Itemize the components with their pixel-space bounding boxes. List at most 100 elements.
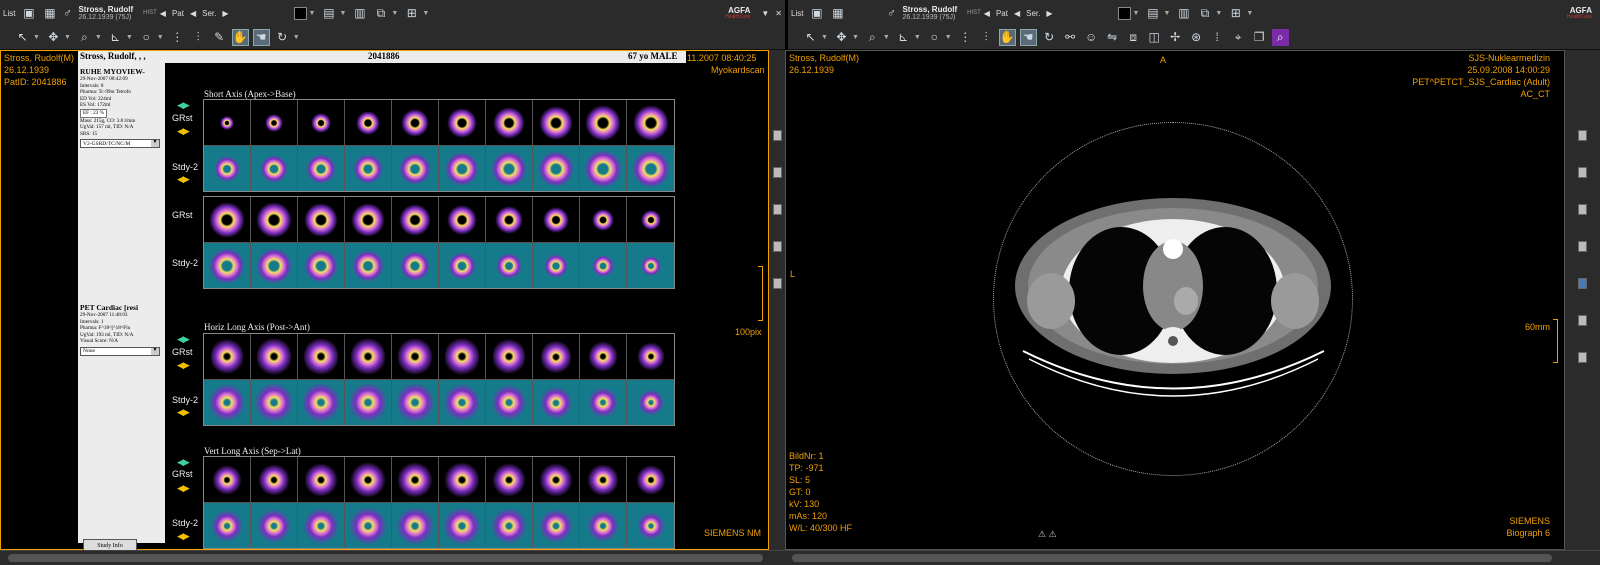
image-cell[interactable] xyxy=(486,380,533,425)
image-cell[interactable] xyxy=(298,334,345,379)
ct-viewport[interactable]: Stross, Rudolf(M) 26.12.1939 A L SJS-Nuk… xyxy=(785,50,1565,550)
side-tool-icon[interactable] xyxy=(1578,278,1587,289)
prev-patient-icon[interactable]: ◀ xyxy=(984,9,990,18)
image-cell[interactable] xyxy=(392,243,439,288)
image-cell[interactable] xyxy=(392,197,439,242)
flip-icon[interactable]: ⇋ xyxy=(1104,29,1121,46)
image-cell[interactable] xyxy=(627,457,674,502)
pan-icon[interactable]: ✥ xyxy=(833,29,850,46)
user-icon[interactable]: ♂ xyxy=(886,5,896,22)
sync-icon[interactable]: ⧉ xyxy=(372,5,389,22)
hand-icon[interactable]: ✋ xyxy=(998,28,1016,46)
image-cell[interactable] xyxy=(298,146,345,191)
crosshair-icon[interactable]: ✢ xyxy=(1167,29,1184,46)
frame-nav-arrows[interactable]: ◀▶ xyxy=(177,335,190,344)
side-tool-icon[interactable] xyxy=(773,278,782,289)
image-cell[interactable] xyxy=(251,457,298,502)
short-axis-grid-2[interactable] xyxy=(203,196,675,289)
image-cell[interactable] xyxy=(533,146,580,191)
image-cell[interactable] xyxy=(251,146,298,191)
scrollbar-tool-icon[interactable]: ⋮ xyxy=(169,29,186,46)
image-cell[interactable] xyxy=(533,503,580,548)
window-icon[interactable]: ▥ xyxy=(1175,5,1192,22)
image-cell[interactable] xyxy=(580,197,627,242)
window-icon[interactable]: ▥ xyxy=(351,5,368,22)
film-icon[interactable]: ▤ xyxy=(1144,5,1161,22)
save-icon[interactable]: ▣ xyxy=(20,5,37,22)
image-cell[interactable] xyxy=(439,146,486,191)
image-cell[interactable] xyxy=(298,243,345,288)
image-cell[interactable] xyxy=(580,457,627,502)
image-cell[interactable] xyxy=(533,100,580,145)
minimize-icon[interactable]: ▼ xyxy=(761,9,769,18)
list-button[interactable]: List xyxy=(3,9,15,18)
side-tool-icon[interactable] xyxy=(1578,241,1587,252)
image-cell[interactable] xyxy=(486,334,533,379)
nm-viewport[interactable]: Stross, Rudolf(M) 26.12.1939 PatID: 2041… xyxy=(0,50,769,552)
image-cell[interactable] xyxy=(345,334,392,379)
frame-nav-arrows[interactable]: ◀▶ xyxy=(177,127,190,136)
image-cell[interactable] xyxy=(392,503,439,548)
edit-icon[interactable]: ✎ xyxy=(211,29,228,46)
rest-mode-select[interactable]: V2-GSRD/TC/NC/M ▼ xyxy=(80,139,160,149)
short-axis-grid-1[interactable] xyxy=(203,99,675,192)
scrollbar-tool-icon[interactable]: ⋮ xyxy=(957,29,974,46)
select-icon[interactable]: ☚ xyxy=(252,28,270,46)
frame-nav-arrows[interactable]: ◀▶ xyxy=(177,484,190,493)
image-cell[interactable] xyxy=(251,334,298,379)
image-cell[interactable] xyxy=(298,197,345,242)
frame-nav-arrows[interactable]: ◀▶ xyxy=(177,101,190,110)
image-cell[interactable] xyxy=(345,197,392,242)
mpr-icon[interactable]: ⧈ xyxy=(1125,29,1142,46)
frame-nav-arrows[interactable]: ◀▶ xyxy=(177,408,190,417)
image-cell[interactable] xyxy=(392,100,439,145)
image-cell[interactable] xyxy=(486,146,533,191)
image-cell[interactable] xyxy=(345,503,392,548)
side-tool-icon[interactable] xyxy=(1578,352,1587,363)
measure-icon[interactable]: ⊾ xyxy=(895,29,912,46)
image-cell[interactable] xyxy=(580,380,627,425)
color-swatch-icon[interactable] xyxy=(1117,6,1131,20)
right-side-toolbar[interactable] xyxy=(1565,50,1600,550)
image-cell[interactable] xyxy=(533,243,580,288)
image-cell[interactable] xyxy=(204,100,251,145)
image-cell[interactable] xyxy=(627,334,674,379)
pointer-icon[interactable]: ↖ xyxy=(802,29,819,46)
rotate-icon[interactable]: ↻ xyxy=(274,29,291,46)
image-cell[interactable] xyxy=(486,457,533,502)
select-icon[interactable]: ☚ xyxy=(1019,28,1037,46)
image-cell[interactable] xyxy=(533,380,580,425)
image-cell[interactable] xyxy=(345,243,392,288)
image-cell[interactable] xyxy=(251,100,298,145)
film-icon[interactable]: ▤ xyxy=(320,5,337,22)
image-cell[interactable] xyxy=(580,243,627,288)
image-cell[interactable] xyxy=(533,334,580,379)
image-cell[interactable] xyxy=(204,243,251,288)
image-cell[interactable] xyxy=(439,100,486,145)
image-cell[interactable] xyxy=(486,197,533,242)
side-tool-icon[interactable] xyxy=(773,204,782,215)
zoom-icon[interactable]: ⌕ xyxy=(76,29,93,46)
image-cell[interactable] xyxy=(251,380,298,425)
ser-button[interactable]: Ser. xyxy=(202,9,216,18)
image-cell[interactable] xyxy=(439,243,486,288)
next-series-icon[interactable]: ▶ xyxy=(1046,9,1052,18)
side-tool-icon[interactable] xyxy=(773,167,782,178)
image-cell[interactable] xyxy=(251,243,298,288)
image-cell[interactable] xyxy=(251,197,298,242)
frame-nav-arrows[interactable]: ◀▶ xyxy=(177,458,190,467)
pointer-icon[interactable]: ↖ xyxy=(14,29,31,46)
image-cell[interactable] xyxy=(345,100,392,145)
image-cell[interactable] xyxy=(533,457,580,502)
image-cell[interactable] xyxy=(627,503,674,548)
frame-nav-arrows[interactable]: ◀▶ xyxy=(177,361,190,370)
image-cell[interactable] xyxy=(298,380,345,425)
image-cell[interactable] xyxy=(627,100,674,145)
cube-icon[interactable]: ◫ xyxy=(1146,29,1163,46)
save-icon[interactable]: ▣ xyxy=(808,5,825,22)
image-cell[interactable] xyxy=(580,334,627,379)
image-cell[interactable] xyxy=(486,100,533,145)
measure-icon[interactable]: ⊾ xyxy=(107,29,124,46)
ser-button[interactable]: Ser. xyxy=(1026,9,1040,18)
fusion-icon[interactable]: ⊛ xyxy=(1188,29,1205,46)
